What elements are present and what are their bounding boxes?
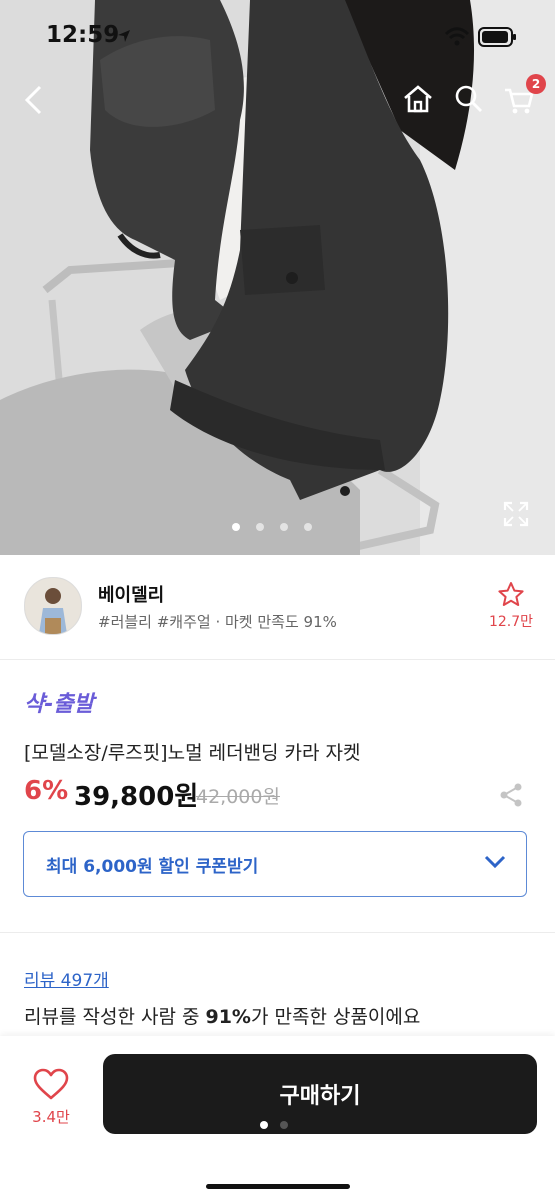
bottom-bar: 3.4만 구매하기: [0, 1036, 555, 1200]
status-time: 12:59: [46, 22, 120, 48]
carousel-dot[interactable]: [304, 523, 312, 531]
share-icon[interactable]: [499, 782, 523, 808]
seller-favorite-count: 12.7만: [488, 614, 534, 630]
section-divider: [0, 932, 555, 933]
review-summary: 리뷰를 작성한 사람 중 91%가 만족한 상품이에요: [24, 1002, 420, 1029]
carousel-dot[interactable]: [232, 523, 240, 531]
fullscreen-icon[interactable]: [503, 501, 529, 527]
seller-avatar[interactable]: [24, 577, 82, 635]
review-count-link[interactable]: 리뷰 497개: [24, 966, 109, 991]
wifi-icon: [444, 27, 470, 46]
chevron-down-icon: [484, 855, 506, 869]
heart-icon[interactable]: [33, 1068, 69, 1100]
seller-avatar-image: [25, 578, 81, 634]
location-arrow-icon: [118, 30, 130, 42]
home-indicator[interactable]: [206, 1184, 350, 1189]
product-title: [모델소장/루즈핏]노멀 레더밴딩 카라 자켓: [24, 742, 361, 764]
seller-tags: #러블리 #캐주얼 · 마켓 만족도 91%: [98, 613, 337, 631]
carousel-dot[interactable]: [280, 523, 288, 531]
search-icon[interactable]: [454, 84, 484, 114]
sale-price: 39,800원: [74, 782, 199, 812]
carousel-dot[interactable]: [256, 523, 264, 531]
review-summary-prefix: 리뷰를 작성한 사람 중: [24, 1006, 206, 1028]
home-icon[interactable]: [402, 84, 434, 114]
star-icon[interactable]: [497, 581, 525, 607]
top-nav: [0, 70, 555, 130]
carousel-indicator: [232, 516, 328, 535]
buy-pager-dot: [260, 1121, 268, 1129]
review-summary-percent: 91%: [205, 1006, 251, 1028]
review-summary-suffix: 가 만족한 상품이에요: [250, 1006, 421, 1028]
buy-pager-indicator: [260, 1114, 300, 1133]
discount-rate: 6%: [24, 776, 69, 806]
coupon-label: 최대 6,000원 할인 쿠폰받기: [46, 857, 259, 877]
seller-row[interactable]: 베이델리 #러블리 #캐주얼 · 마켓 만족도 91% 12.7만: [0, 555, 555, 660]
original-price: 42,000원: [196, 786, 280, 808]
seller-name[interactable]: 베이델리: [98, 581, 164, 607]
cart-badge: 2: [526, 74, 546, 94]
buy-button[interactable]: 구매하기: [103, 1054, 537, 1134]
status-bar: 12:59: [0, 0, 555, 70]
battery-icon: [478, 27, 516, 47]
like-count: 3.4만: [32, 1108, 70, 1126]
back-arrow-icon[interactable]: [22, 84, 46, 116]
promo-tag: 샥-출발: [24, 692, 94, 717]
coupon-button[interactable]: 최대 6,000원 할인 쿠폰받기: [23, 831, 527, 897]
buy-pager-dot: [280, 1121, 288, 1129]
